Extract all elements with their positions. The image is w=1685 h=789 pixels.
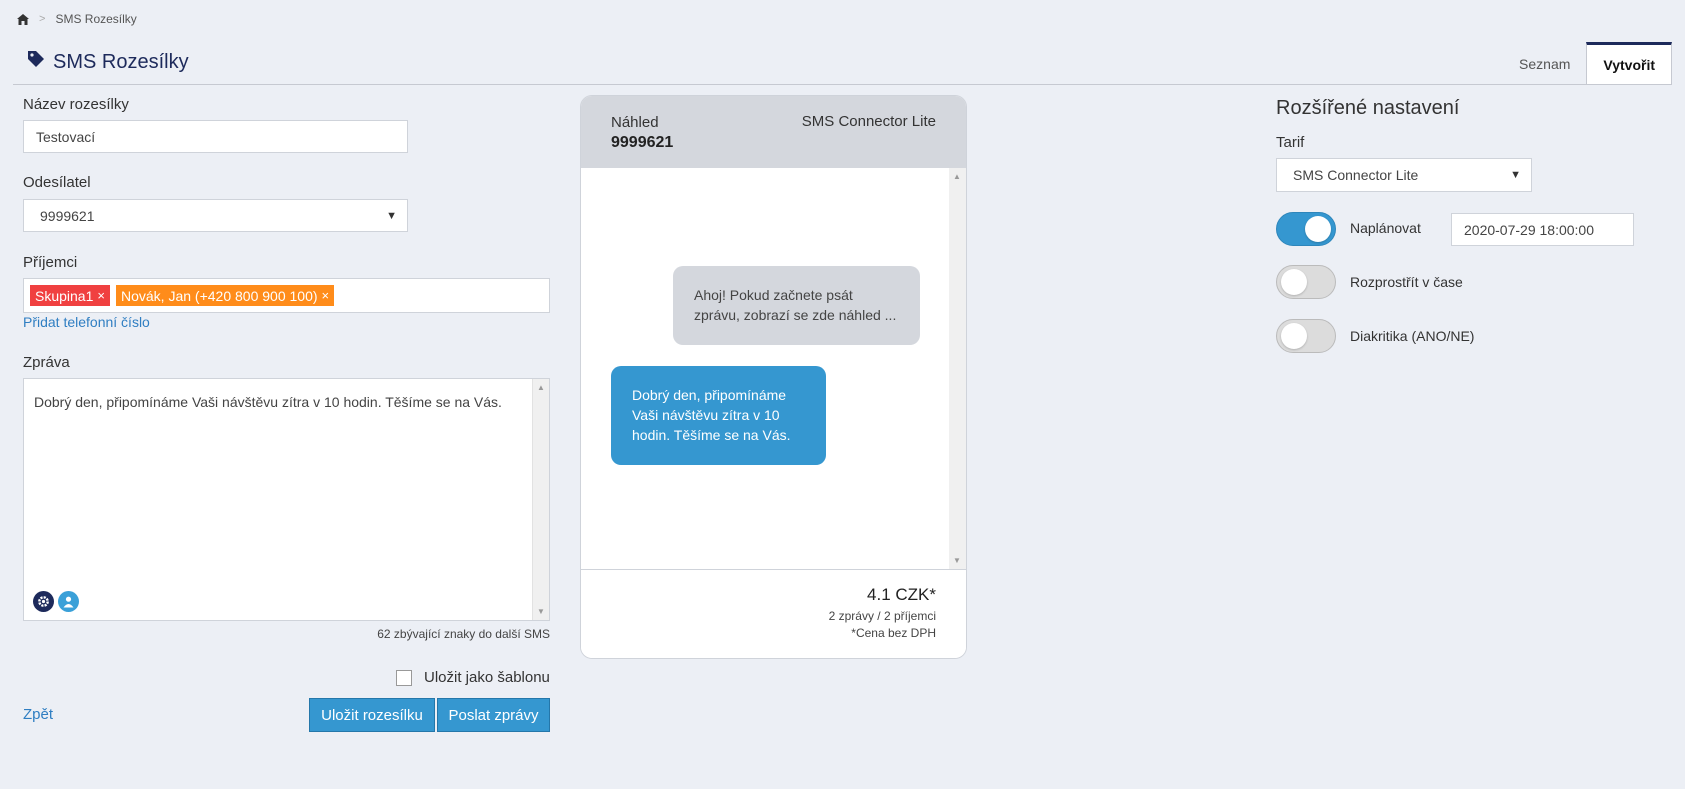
preview-number: 9999621	[611, 134, 674, 151]
user-icon[interactable]	[58, 591, 79, 612]
recipient-tag-label: Novák, Jan (+420 800 900 100)	[120, 287, 318, 304]
preview-header: Náhled 9999621 SMS Connector Lite	[581, 96, 966, 168]
diacritics-label: Diakritika (ANO/NE)	[1350, 328, 1475, 344]
message-text[interactable]: Dobrý den, připomínáme Vaši návštěvu zít…	[34, 392, 525, 412]
remove-recipient-icon[interactable]: ×	[97, 288, 105, 303]
price-details: 2 zprávy / 2 příjemci *Cena bez DPH	[829, 608, 936, 642]
preview-scrollbar[interactable]: ▲ ▼	[949, 168, 966, 569]
home-icon[interactable]	[17, 13, 29, 25]
price-detail: 2 zprávy / 2 příjemci	[828, 609, 936, 623]
header-divider	[13, 84, 1672, 85]
add-phone-link[interactable]: Přidat telefonní číslo	[23, 314, 150, 330]
tariff-select[interactable]: SMS Connector Lite ▼	[1276, 158, 1532, 192]
preview-heading: Náhled 9999621	[611, 113, 673, 153]
save-template-row: Uložit jako šablonu	[396, 669, 550, 686]
scroll-up-icon[interactable]: ▲	[953, 172, 961, 181]
message-textarea[interactable]: Dobrý den, připomínáme Vaši návštěvu zít…	[23, 378, 550, 621]
tab-create[interactable]: Vytvořit	[1586, 42, 1672, 85]
sender-label: Odesílatel	[23, 174, 91, 191]
recipient-tag-label: Skupina1	[35, 287, 94, 304]
sms-preview: Náhled 9999621 SMS Connector Lite ▲ ▼ Ah…	[580, 95, 967, 659]
preview-footer: 4.1 CZK* 2 zprávy / 2 příjemci *Cena bez…	[581, 569, 966, 658]
price: 4.1 CZK*	[867, 585, 936, 604]
tariff-label: Tarif	[1276, 134, 1305, 151]
preview-title: Náhled	[611, 114, 659, 131]
spread-toggle[interactable]	[1276, 265, 1336, 299]
send-messages-button[interactable]: Poslat zprávy	[437, 698, 550, 732]
scroll-up-icon[interactable]: ▲	[537, 383, 545, 392]
page-title-text: SMS Rozesílky	[53, 50, 189, 73]
breadcrumb-separator: >	[39, 13, 46, 25]
settings-title: Rozšířené nastavení	[1276, 97, 1460, 119]
schedule-datetime-input[interactable]: 2020-07-29 18:00:00	[1451, 213, 1634, 246]
chevron-down-icon: ▼	[386, 209, 397, 222]
outgoing-bubble: Dobrý den, připomínáme Vaši návštěvu zít…	[611, 366, 826, 465]
chevron-down-icon: ▼	[1510, 169, 1521, 181]
schedule-toggle[interactable]	[1276, 212, 1336, 246]
recipient-tag: Novák, Jan (+420 800 900 100) ×	[115, 285, 335, 306]
schedule-label: Naplánovat	[1350, 220, 1421, 236]
recipients-field[interactable]: Skupina1 × Novák, Jan (+420 800 900 100)…	[23, 278, 550, 313]
sender-select[interactable]: 9999621 ▼	[23, 199, 408, 232]
incoming-bubble: Ahoj! Pokud začnete psát zprávu, zobrazí…	[673, 266, 920, 345]
page-title: SMS Rozesílky	[27, 50, 189, 74]
save-campaign-button[interactable]: Uložit rozesílku	[309, 698, 435, 732]
toggle-knob	[1305, 216, 1331, 242]
tag-icon	[27, 50, 45, 74]
sender-value: 9999621	[40, 207, 95, 224]
preview-tariff: SMS Connector Lite	[801, 113, 936, 130]
toggle-knob	[1281, 269, 1307, 295]
message-label: Zpráva	[23, 354, 70, 371]
tariff-value: SMS Connector Lite	[1293, 167, 1419, 183]
tabs: Seznam Vytvořit	[1503, 42, 1672, 85]
remove-recipient-icon[interactable]: ×	[322, 288, 330, 303]
save-template-checkbox[interactable]	[396, 669, 412, 686]
gear-icon[interactable]	[33, 591, 54, 612]
name-input[interactable]: Testovací	[23, 120, 408, 153]
scroll-down-icon[interactable]: ▼	[537, 607, 545, 616]
recipient-tag: Skupina1 ×	[30, 285, 110, 306]
price-note: *Cena bez DPH	[851, 626, 936, 640]
scroll-down-icon[interactable]: ▼	[953, 556, 961, 565]
breadcrumb: > SMS Rozesílky	[17, 12, 137, 26]
recipients-label: Příjemci	[23, 254, 78, 271]
message-tools	[33, 591, 79, 612]
back-link[interactable]: Zpět	[23, 706, 53, 723]
message-scrollbar[interactable]: ▲ ▼	[532, 379, 549, 620]
char-count: 62 zbývající znaky do další SMS	[377, 627, 550, 641]
name-label: Název rozesílky	[23, 96, 129, 113]
spread-label: Rozprostřít v čase	[1350, 274, 1463, 290]
tab-list[interactable]: Seznam	[1503, 42, 1586, 85]
diacritics-toggle[interactable]	[1276, 319, 1336, 353]
save-template-label: Uložit jako šablonu	[424, 669, 550, 686]
breadcrumb-current: SMS Rozesílky	[55, 12, 137, 26]
toggle-knob	[1281, 323, 1307, 349]
